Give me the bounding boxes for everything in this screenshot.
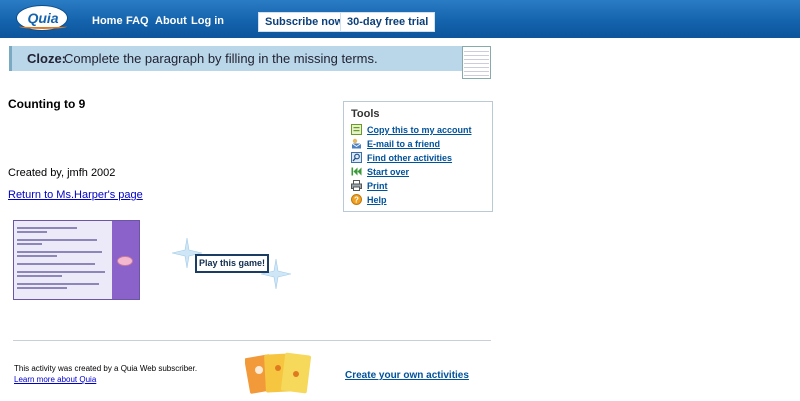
nav-home-link[interactable]: Home [92, 15, 123, 27]
tool-label: E-mail to a friend [367, 139, 441, 149]
activity-type-banner: Cloze: Complete the paragraph by filling… [9, 46, 490, 71]
email-icon [351, 138, 362, 149]
tools-title: Tools [351, 108, 380, 120]
tool-label: Find other activities [367, 153, 453, 163]
quia-logo[interactable]: Quia [16, 5, 68, 31]
copy-icon [351, 124, 362, 135]
pig-illustration [117, 256, 133, 266]
free-trial-button[interactable]: 30-day free trial [340, 12, 436, 32]
learn-more-link[interactable]: Learn more about Quia [14, 375, 96, 384]
footer-divider [13, 340, 491, 341]
nav-faq-link[interactable]: FAQ [126, 15, 149, 27]
play-game-button[interactable]: Play this game! [195, 254, 269, 273]
cloze-sample-thumbnail [462, 46, 491, 79]
activity-type-label: Cloze: [27, 51, 66, 66]
activity-preview-image[interactable] [13, 220, 140, 300]
tool-label: Start over [367, 167, 410, 177]
return-link[interactable]: Return to Ms.Harper's page [8, 189, 143, 201]
top-navigation-bar: Quia Home FAQ About Log in Subscribe now… [0, 0, 800, 38]
page-title: Counting to 9 [8, 97, 86, 111]
svg-text:?: ? [354, 196, 359, 205]
search-icon [351, 152, 362, 163]
help-icon: ? [351, 194, 362, 205]
logo-swoosh [19, 24, 67, 29]
subscribe-button[interactable]: Subscribe now [258, 12, 351, 32]
tool-label: Help [367, 195, 387, 205]
subscriber-notice: This activity was created by a Quia Web … [14, 364, 198, 373]
nav-about-link[interactable]: About [155, 15, 187, 27]
create-activities-link[interactable]: Create your own activities [345, 370, 469, 381]
rewind-icon [351, 167, 362, 176]
created-by-text: Created by, jmfh 2002 [8, 167, 116, 179]
nav-login-link[interactable]: Log in [191, 15, 224, 27]
tool-label: Copy this to my account [367, 125, 472, 135]
tool-label: Print [367, 181, 388, 191]
tools-panel: Tools Copy this to my account E-mail to … [343, 101, 493, 212]
print-icon [351, 180, 362, 191]
activity-type-description: Complete the paragraph by filling in the… [64, 51, 378, 66]
activity-cards-icon [245, 352, 311, 394]
